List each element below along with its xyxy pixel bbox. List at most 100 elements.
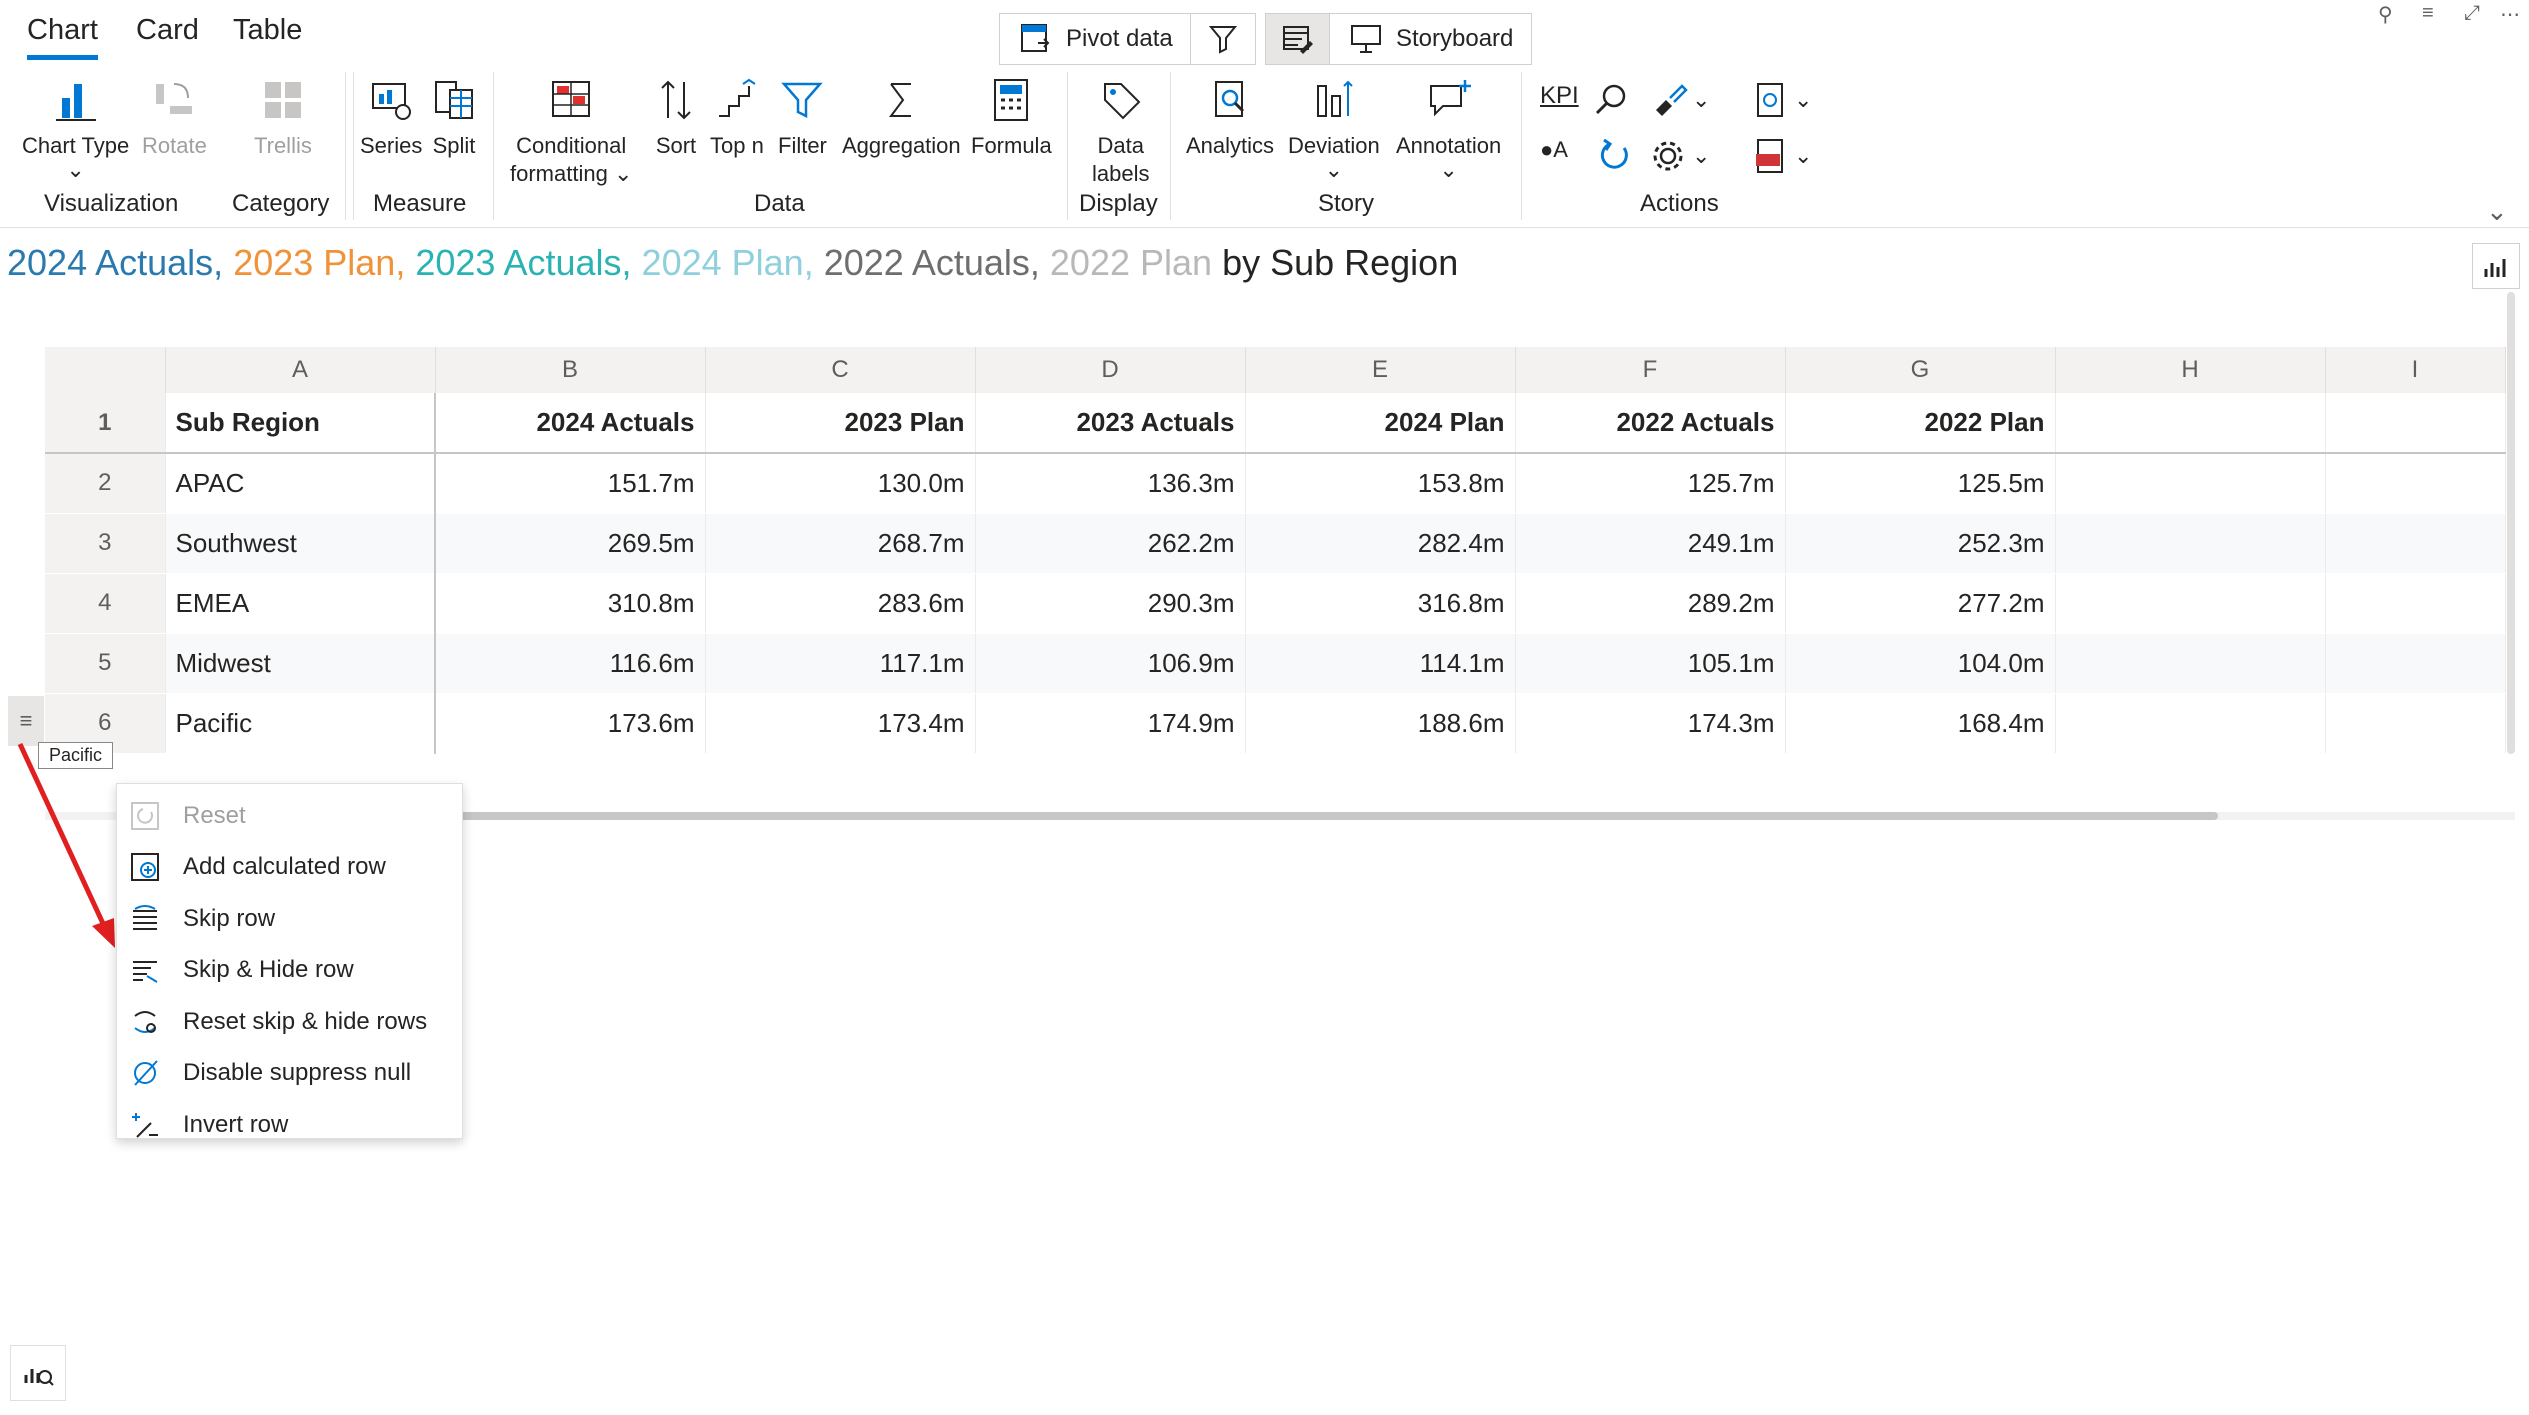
table-cell[interactable]: Southwest: [165, 513, 436, 574]
table-cell[interactable]: APAC: [165, 453, 436, 514]
table-cell[interactable]: 282.4m: [1245, 513, 1516, 574]
switch-to-chart-button[interactable]: [2472, 243, 2520, 289]
col-header-g[interactable]: G: [1785, 347, 2056, 393]
empty-cell[interactable]: [2325, 513, 2506, 574]
tab-table[interactable]: Table: [233, 14, 302, 47]
table-cell[interactable]: 125.5m: [1785, 453, 2056, 514]
table-cell[interactable]: EMEA: [165, 573, 436, 634]
empty-cell[interactable]: [2055, 693, 2326, 754]
col-header-c[interactable]: C: [705, 347, 976, 393]
horizontal-scrollbar[interactable]: [435, 812, 2218, 820]
table-cell[interactable]: 252.3m: [1785, 513, 2056, 574]
table-cell[interactable]: 117.1m: [705, 633, 976, 694]
deviation-button[interactable]: Deviation ⌄: [1288, 76, 1380, 181]
pin-icon[interactable]: ⚲: [2378, 2, 2393, 27]
topn-button[interactable]: Top n: [710, 76, 764, 160]
export-settings-button[interactable]: ⌄: [1750, 80, 1812, 120]
kpi-button[interactable]: KPI: [1540, 82, 1579, 110]
menu-item-skip-hide-row[interactable]: Skip & Hide row: [117, 945, 462, 997]
settings-button[interactable]: ⌄: [1648, 136, 1710, 176]
table-cell[interactable]: Pacific: [165, 693, 436, 754]
conditional-formatting-button[interactable]: Conditional formatting ⌄: [510, 76, 632, 188]
vertical-scrollbar[interactable]: [2507, 292, 2515, 754]
table-cell[interactable]: 173.6m: [435, 693, 706, 754]
empty-cell[interactable]: [2325, 573, 2506, 634]
table-cell[interactable]: 114.1m: [1245, 633, 1516, 694]
table-cell[interactable]: 106.9m: [975, 633, 1246, 694]
filter-button[interactable]: Filter: [778, 76, 827, 160]
menu-item-invert-row[interactable]: Invert row: [117, 1099, 462, 1151]
aggregation-button[interactable]: Aggregation: [842, 76, 961, 160]
trellis-button[interactable]: Trellis: [254, 76, 312, 160]
table-cell[interactable]: 268.7m: [705, 513, 976, 574]
annotation-button[interactable]: Annotation ⌄: [1396, 76, 1501, 181]
col-header-h[interactable]: H: [2055, 347, 2326, 393]
table-cell[interactable]: 277.2m: [1785, 573, 2056, 634]
format-brush-button[interactable]: ⌄: [1648, 80, 1710, 120]
menu-item-reset[interactable]: Reset: [117, 790, 462, 842]
table-cell[interactable]: 249.1m: [1515, 513, 1786, 574]
table-cell[interactable]: 151.7m: [435, 453, 706, 514]
empty-cell[interactable]: [2055, 453, 2326, 514]
row-number[interactable]: 1: [45, 393, 166, 454]
sort-button[interactable]: Sort: [652, 76, 700, 160]
insights-button[interactable]: [10, 1345, 66, 1401]
table-cell[interactable]: 262.2m: [975, 513, 1246, 574]
filter-pin-button[interactable]: [1190, 13, 1256, 65]
col-header-f[interactable]: F: [1515, 347, 1786, 393]
filter-icon[interactable]: ≡: [2422, 2, 2434, 25]
header-cell[interactable]: 2023 Plan: [705, 393, 976, 454]
col-header-i[interactable]: I: [2325, 347, 2506, 393]
header-cell[interactable]: 2024 Actuals: [435, 393, 706, 454]
menu-item-skip-row[interactable]: Skip row: [117, 893, 462, 945]
table-cell[interactable]: 290.3m: [975, 573, 1246, 634]
col-header-d[interactable]: D: [975, 347, 1246, 393]
empty-cell[interactable]: [2055, 393, 2326, 454]
series-button[interactable]: Series: [360, 76, 422, 160]
analytics-button[interactable]: Analytics: [1186, 76, 1274, 160]
empty-cell[interactable]: [2055, 633, 2326, 694]
tab-card[interactable]: Card: [136, 14, 199, 47]
empty-cell[interactable]: [2055, 573, 2326, 634]
color-legend-button[interactable]: ●A: [1540, 137, 1568, 163]
empty-cell[interactable]: [2325, 393, 2506, 454]
storyboard-button[interactable]: Storyboard: [1329, 13, 1533, 65]
export-pdf-button[interactable]: ⌄: [1750, 136, 1812, 176]
empty-cell[interactable]: [2325, 633, 2506, 694]
table-cell[interactable]: 168.4m: [1785, 693, 2056, 754]
collapse-ribbon-icon[interactable]: ⌄: [2486, 196, 2508, 227]
row-number[interactable]: 2: [45, 453, 166, 514]
refresh-button[interactable]: [1594, 136, 1634, 176]
row-number[interactable]: 5: [45, 633, 166, 694]
header-cell[interactable]: Sub Region: [165, 393, 436, 454]
search-button[interactable]: [1592, 80, 1632, 120]
table-cell[interactable]: 153.8m: [1245, 453, 1516, 514]
table-cell[interactable]: 105.1m: [1515, 633, 1786, 694]
more-options-icon[interactable]: ⋯: [2500, 2, 2520, 27]
col-header-e[interactable]: E: [1245, 347, 1516, 393]
row-number[interactable]: 3: [45, 513, 166, 574]
table-cell[interactable]: 188.6m: [1245, 693, 1516, 754]
empty-cell[interactable]: [2325, 693, 2506, 754]
formula-button[interactable]: Formula: [971, 76, 1052, 160]
corner-cell[interactable]: [45, 347, 166, 393]
table-cell[interactable]: 104.0m: [1785, 633, 2056, 694]
chart-type-button[interactable]: Chart Type ⌄: [22, 76, 129, 181]
col-header-b[interactable]: B: [435, 347, 706, 393]
table-cell[interactable]: 310.8m: [435, 573, 706, 634]
table-cell[interactable]: 136.3m: [975, 453, 1246, 514]
table-cell[interactable]: 173.4m: [705, 693, 976, 754]
empty-cell[interactable]: [2325, 453, 2506, 514]
col-header-a[interactable]: A: [165, 347, 436, 393]
row-number[interactable]: 4: [45, 573, 166, 634]
focus-mode-icon[interactable]: ⤢: [2464, 2, 2480, 25]
header-cell[interactable]: 2024 Plan: [1245, 393, 1516, 454]
table-cell[interactable]: 130.0m: [705, 453, 976, 514]
data-labels-button[interactable]: Data labels: [1092, 76, 1149, 188]
table-cell[interactable]: 269.5m: [435, 513, 706, 574]
table-cell[interactable]: 125.7m: [1515, 453, 1786, 514]
rotate-button[interactable]: Rotate: [142, 76, 207, 160]
header-cell[interactable]: 2023 Actuals: [975, 393, 1246, 454]
table-cell[interactable]: 289.2m: [1515, 573, 1786, 634]
edit-table-button[interactable]: [1265, 13, 1331, 65]
